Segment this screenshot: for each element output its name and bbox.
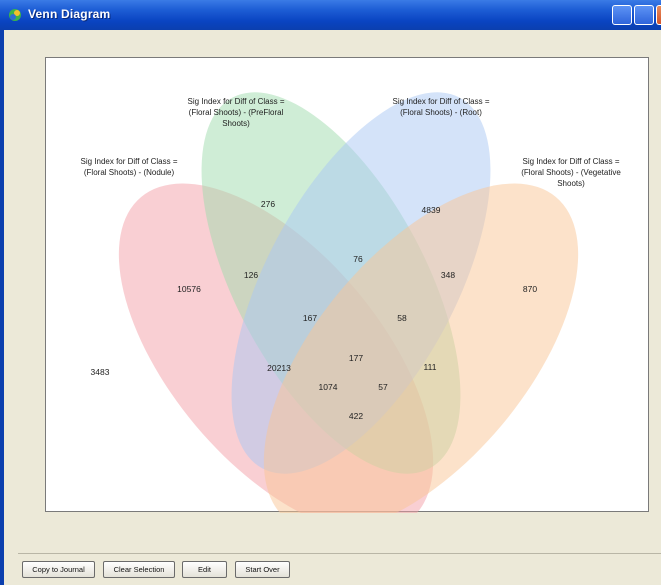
region-count[interactable]: 57 (378, 382, 387, 392)
set-label-c: Sig Index for Diff of Class = (Floral Sh… (392, 97, 490, 117)
region-count[interactable]: 58 (397, 313, 406, 323)
venn-diagram[interactable]: Sig Index for Diff of Class = (Floral Sh… (45, 57, 649, 513)
region-count[interactable]: 276 (261, 199, 275, 209)
region-count[interactable]: 3483 (91, 367, 110, 377)
region-count[interactable]: 111 (424, 362, 437, 372)
region-count[interactable]: 4839 (422, 205, 441, 215)
set-label-d: Sig Index for Diff of Class = (Floral Sh… (521, 157, 621, 188)
set-label-a: Sig Index for Diff of Class = (Floral Sh… (80, 157, 178, 177)
clear-selection-button[interactable]: Clear Selection (103, 561, 175, 578)
title-bar: Venn Diagram (0, 0, 661, 30)
button-bar-divider (18, 553, 661, 554)
start-over-button[interactable]: Start Over (235, 561, 290, 578)
region-count[interactable]: 1074 (319, 382, 338, 392)
region-count[interactable]: 422 (349, 411, 363, 421)
region-count[interactable]: 167 (303, 313, 317, 323)
set-label-b: Sig Index for Diff of Class = (Floral Sh… (187, 97, 285, 128)
window-title: Venn Diagram (28, 7, 111, 21)
maximize-button[interactable] (634, 5, 654, 25)
region-count[interactable]: 177 (349, 353, 363, 363)
region-count[interactable]: 126 (244, 270, 258, 280)
app-icon (9, 9, 21, 21)
region-count[interactable]: 20213 (267, 363, 291, 373)
edit-button[interactable]: Edit (182, 561, 227, 578)
minimize-button[interactable] (612, 5, 632, 25)
region-count[interactable]: 10576 (177, 284, 201, 294)
venn-canvas (118, 92, 579, 513)
region-count[interactable]: 76 (353, 254, 362, 264)
region-count[interactable]: 870 (523, 284, 537, 294)
close-button[interactable] (656, 5, 661, 25)
copy-to-journal-button[interactable]: Copy to Journal (22, 561, 95, 578)
region-count[interactable]: 348 (441, 270, 455, 280)
